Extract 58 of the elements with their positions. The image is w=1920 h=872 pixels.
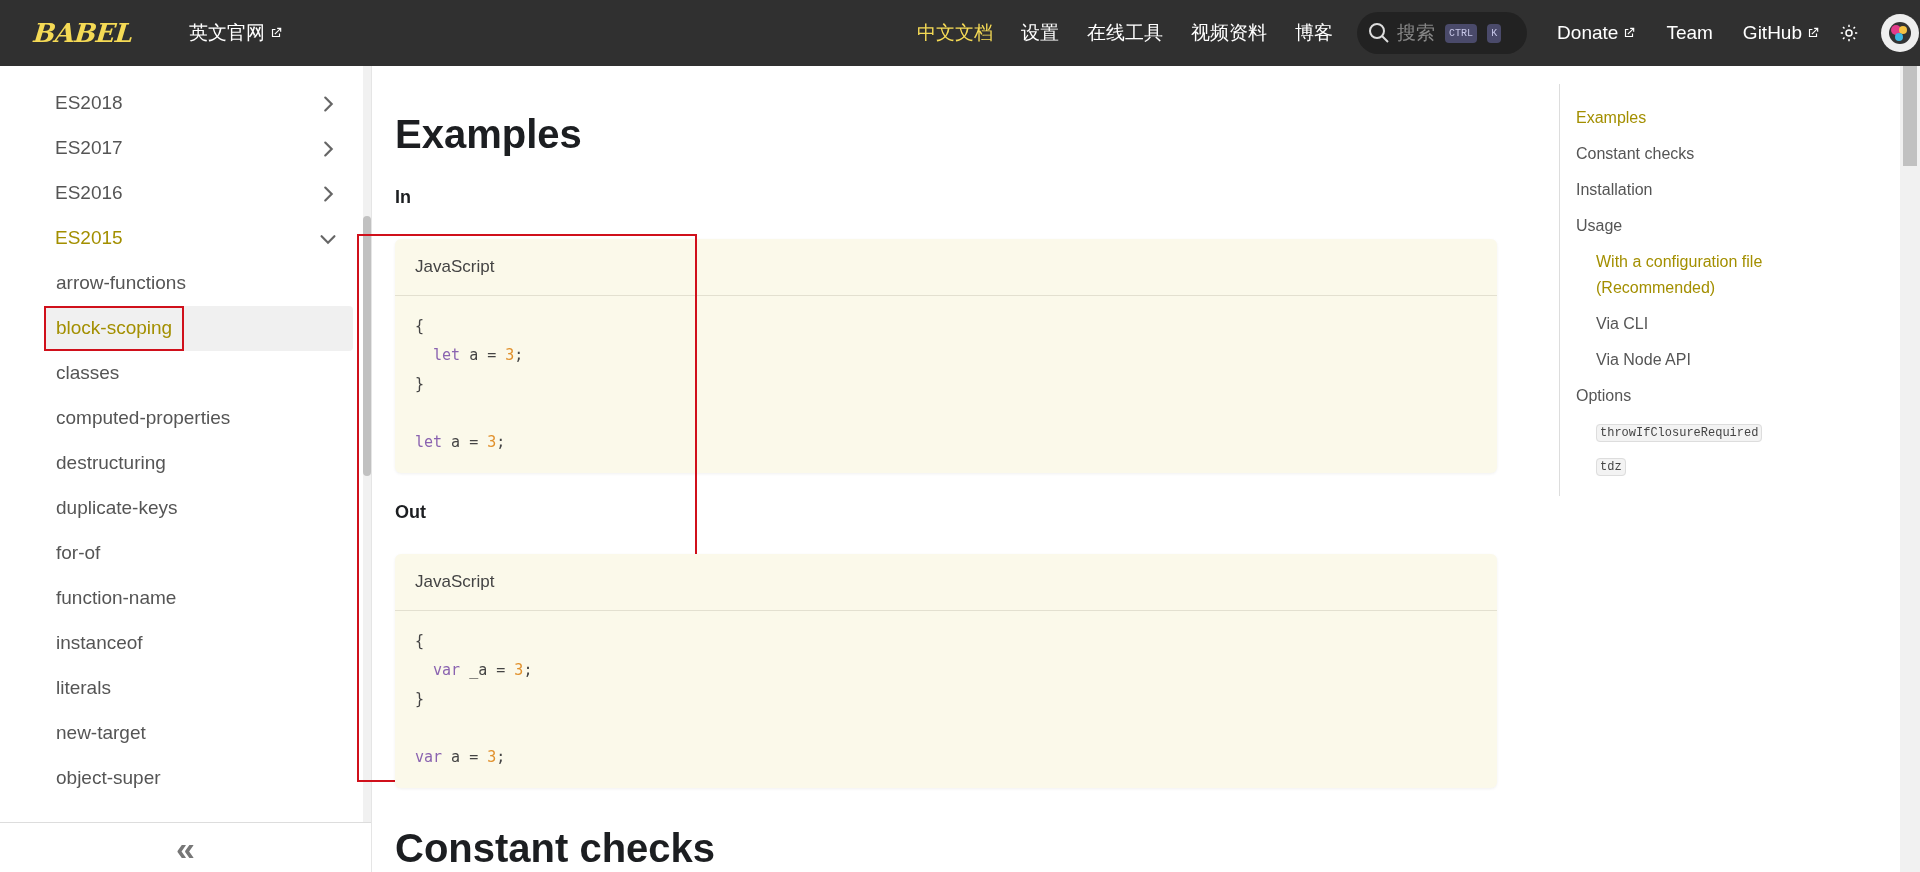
- sidebar-item[interactable]: instanceof: [44, 621, 155, 666]
- nav-link[interactable]: GitHub: [1742, 18, 1820, 48]
- sidebar-item[interactable]: destructuring: [44, 441, 178, 486]
- keyboard-key: CTRL: [1445, 23, 1478, 43]
- code-line: var a = 3;: [415, 747, 506, 768]
- sidebar-item[interactable]: new-target: [44, 711, 158, 756]
- babel-logo[interactable]: BABEL: [31, 13, 136, 53]
- nav-link[interactable]: 设置: [1007, 18, 1074, 48]
- section-heading: Examples: [395, 111, 583, 158]
- keyboard-key: K: [1487, 23, 1502, 43]
- sidebar-item[interactable]: function-name: [44, 576, 189, 621]
- toc-link[interactable]: Constant checks: [1576, 141, 1776, 167]
- external-link-icon: [269, 26, 283, 40]
- sidebar-category[interactable]: ES2018: [44, 81, 353, 126]
- scrollbar-thumb[interactable]: [363, 216, 371, 476]
- code-language: JavaScript: [415, 571, 495, 594]
- code-line: let a = 3;: [415, 432, 506, 453]
- sun-icon[interactable]: [1840, 24, 1858, 42]
- code-line: {: [415, 316, 425, 337]
- code-line: var _a = 3;: [432, 660, 533, 681]
- search-button[interactable]: 搜索 CTRL K: [1357, 12, 1528, 54]
- subheading: Out: [395, 501, 427, 524]
- toc-link[interactable]: Usage: [1576, 213, 1776, 239]
- code-line: let a = 3;: [432, 345, 524, 366]
- sidebar-item[interactable]: object-super: [44, 756, 173, 801]
- collapse-sidebar-button[interactable]: «: [0, 822, 371, 872]
- code-line: {: [415, 631, 425, 652]
- toc-code-link[interactable]: tdz: [1596, 458, 1626, 476]
- search-placeholder: 搜索: [1397, 20, 1436, 45]
- external-link-icon: [1806, 26, 1820, 40]
- subheading: In: [395, 186, 412, 209]
- sidebar-category[interactable]: ES2016: [44, 171, 353, 216]
- sidebar-item[interactable]: literals: [44, 666, 123, 711]
- sidebar-category[interactable]: ES2017: [44, 126, 353, 171]
- nav-link[interactable]: Donate: [1557, 18, 1637, 48]
- toc-link[interactable]: Options: [1576, 383, 1776, 409]
- code-language: JavaScript: [415, 256, 495, 279]
- sidebar-item[interactable]: computed-properties: [44, 396, 243, 441]
- external-link-icon: [1622, 26, 1637, 40]
- toc-link[interactable]: Via Node API: [1596, 347, 1796, 373]
- code-line: }: [415, 374, 425, 395]
- sidebar-item[interactable]: for-of: [44, 531, 113, 576]
- toc-link[interactable]: Via CLI: [1596, 311, 1796, 337]
- sidebar-item[interactable]: arrow-functions: [44, 261, 198, 306]
- nav-link[interactable]: 在线工具: [1073, 18, 1178, 48]
- section-heading: Constant checks: [395, 825, 717, 872]
- nav-link[interactable]: 视频资料: [1177, 18, 1282, 48]
- color-circle-icon[interactable]: [1880, 13, 1920, 53]
- sidebar-item[interactable]: classes: [44, 351, 132, 396]
- nav-link[interactable]: 博客: [1281, 18, 1348, 48]
- toc-link[interactable]: Installation: [1576, 177, 1776, 203]
- toc-code-link[interactable]: throwIfClosureRequired: [1596, 424, 1763, 442]
- nav-link[interactable]: 中文文档: [903, 18, 1008, 48]
- nav-link[interactable]: Team: [1666, 18, 1713, 48]
- page-scrollbar-thumb[interactable]: [1903, 66, 1917, 166]
- code-line: }: [415, 689, 425, 710]
- nav-link[interactable]: 英文官网: [189, 18, 283, 48]
- sidebar-item[interactable]: duplicate-keys: [44, 486, 190, 531]
